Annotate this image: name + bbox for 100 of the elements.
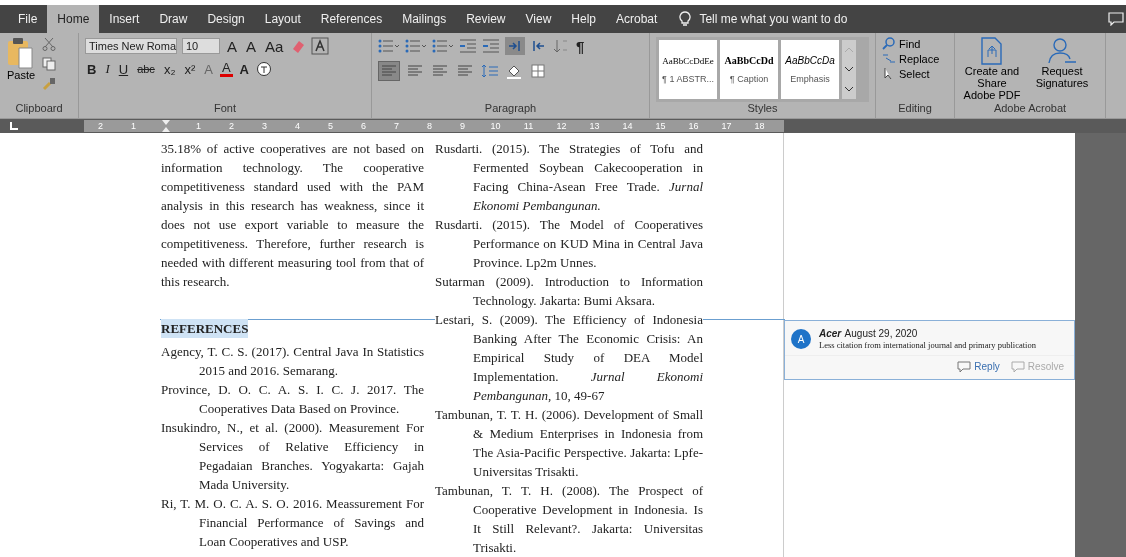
ruler-number: 12 [555, 121, 568, 131]
ribbon-tab[interactable]: Home [47, 5, 100, 33]
group-label: Paragraph [483, 102, 538, 116]
reference-entry: Tambunan, T. T. H. (2008). The Prospect of Cooperative Development in Indonesia. Is It Still Relevant?. Jakarta: Universitas Trisakti. [435, 482, 703, 557]
ruler-number: 5 [327, 121, 334, 131]
font-size-field[interactable]: 10 [182, 38, 220, 54]
comment-action[interactable]: Reply [956, 360, 1000, 373]
line-spacing-icon[interactable] [480, 63, 500, 79]
scissors-icon[interactable] [42, 37, 56, 51]
group-label: Clipboard [14, 102, 64, 116]
show-formatting-button[interactable]: ¶ [574, 37, 587, 55]
speech-bubble-icon [956, 360, 973, 373]
ruler-number: 14 [621, 121, 634, 131]
format-button[interactable]: x² [182, 61, 198, 77]
search-icon [882, 37, 896, 50]
font-name-field[interactable]: Times New Roma [85, 38, 177, 54]
format-button[interactable]: A [219, 61, 233, 77]
ribbon-tab[interactable]: References [310, 5, 393, 33]
ruler-number: 13 [588, 121, 601, 131]
format-button[interactable]: U [116, 61, 131, 77]
font-size-button[interactable]: Aa [263, 37, 286, 55]
reference-entry: Agency, T. C. S. (2017). Central Java In Statistics 2015 and 2016. Semarang. [161, 343, 424, 380]
lightbulb-icon [679, 11, 692, 27]
ruler-number: 8 [426, 121, 433, 131]
person-signature-icon [1047, 37, 1077, 65]
format-painter-icon[interactable] [42, 77, 56, 91]
ruler-number: 2 [97, 121, 104, 131]
section-heading: REFERENCES [161, 319, 249, 338]
ribbon-tab[interactable]: Insert [99, 5, 150, 33]
ribbon-tab[interactable]: Draw [149, 5, 198, 33]
ribbon-tab[interactable]: Design [197, 5, 255, 33]
ruler-number: 4 [294, 121, 301, 131]
indent-icon[interactable] [482, 38, 500, 54]
ruler-number: 10 [489, 121, 502, 131]
font-size-button[interactable]: A [244, 37, 259, 55]
style-preset[interactable]: AaBbCcDdEe ¶ 1 ABSTR... [659, 40, 717, 99]
ruler-number: 3 [261, 121, 268, 131]
sort-icon[interactable] [553, 38, 569, 54]
editing-button[interactable]: Find [882, 37, 948, 50]
format-button[interactable]: B [85, 61, 99, 77]
eraser-icon[interactable] [290, 38, 307, 54]
ruler-number: 17 [720, 121, 733, 131]
text-direction-icon[interactable] [505, 37, 525, 55]
ribbon-tab[interactable]: File [8, 5, 48, 33]
format-button[interactable]: A [237, 61, 251, 77]
reference-entry: Lestari, S. (2009). The Efficiency of Indonesia Banking After The Economic Crisis: An Empirical Study of DEA Model Implementation. Jurnal Ekonomi Pembangunan, 10, 49-67 [435, 311, 703, 405]
ruler-number: 6 [360, 121, 367, 131]
ribbon-tab[interactable]: Mailings [392, 5, 457, 33]
comment-author: Acer [819, 328, 842, 339]
ribbon-tab[interactable]: Review [456, 5, 516, 33]
indent-marker-icon[interactable] [161, 120, 171, 132]
paste-button[interactable]: Paste [6, 37, 36, 102]
ribbon-tab[interactable]: View [515, 5, 562, 33]
text-box-icon[interactable] [311, 37, 330, 55]
reference-entry: Sutarman (2009). Introduction to Information Technology. Jakarta: Bumi Aksara. [435, 273, 703, 310]
format-button[interactable]: abc [135, 63, 157, 75]
ribbon-tab[interactable]: Layout [254, 5, 311, 33]
reference-entry: Insukindro, N., et al. (2000). Measurement For Services of Relative Efficiency in Pegadaian Branches. Yogyakarta: Gajah Mada University. [161, 419, 424, 494]
borders-icon[interactable] [530, 63, 548, 79]
ruler-number: 9 [459, 121, 466, 131]
comments-icon[interactable] [1108, 12, 1124, 26]
circled-character-icon[interactable] [256, 61, 272, 77]
reference-entry: Rusdarti. (2015). The Strategies of Tofu and Fermented Soybean Cakecooperation in Facing China-Asean Free Trade. Jurnal Ekonomi Pembangunan. [435, 140, 703, 215]
format-button[interactable]: x₂ [161, 61, 178, 77]
group-label: Editing [897, 102, 933, 116]
tab-selector-icon[interactable] [10, 122, 18, 130]
reference-entry: Province, D. O. C. A. S. I. C. J. 2017. The Cooperatives Data Based on Province. [161, 381, 424, 418]
editing-button[interactable]: Replace [882, 52, 948, 65]
ruler-number: 1 [130, 121, 137, 131]
ruler-number: 16 [687, 121, 700, 131]
ruler-number: 2 [228, 121, 235, 131]
list-icon[interactable] [405, 38, 427, 54]
acrobat-button[interactable]: Create and Share Adobe PDF [961, 37, 1023, 102]
acrobat-button[interactable]: Request Signatures [1031, 37, 1093, 102]
clipboard-icon [6, 37, 36, 69]
list-icon[interactable] [432, 38, 454, 54]
style-preset[interactable]: AaBbCcDa Emphasis [781, 40, 839, 99]
list-icon[interactable] [378, 38, 400, 54]
scroll-up-icon[interactable] [844, 46, 854, 53]
editing-button[interactable]: Select [882, 67, 948, 80]
tell-me-search[interactable]: Tell me what you want to do [679, 5, 848, 33]
comment-date: August 29, 2020 [844, 328, 918, 339]
group-label: Font [213, 102, 237, 116]
ruler-number: 15 [654, 121, 667, 131]
ribbon-tab[interactable]: Help [561, 5, 606, 33]
expand-icon[interactable] [844, 86, 854, 93]
ruler-number: 7 [393, 121, 400, 131]
group-label: Styles [746, 102, 779, 116]
ruler-number: 11 [522, 121, 535, 131]
scroll-down-icon[interactable] [844, 66, 854, 73]
ribbon-tab[interactable]: Acrobat [606, 5, 668, 33]
ruler-number: 18 [753, 121, 766, 131]
format-button[interactable]: I [103, 61, 112, 77]
body-paragraph: 35.18% of active cooperatives are not based on information technology. The cooperative competitiveness standard used with the PAM analysis in this research has weakness, since it does not use export variable to measure the competitiveness. Therefore, further research is needed with different measuring tool from that of this research. [161, 140, 424, 291]
copy-icon[interactable] [42, 57, 56, 71]
align-icon[interactable] [378, 61, 400, 81]
reference-entry: Tambunan, T. T. H. (2006). Development of Small & Medium Enterprises in Indonesia from The Asia-Pacific Perspective. Jakarta: Lpfe- Universitas Trisakti. [435, 406, 703, 481]
indent-icon[interactable] [459, 38, 477, 54]
font-size-button[interactable]: A [225, 37, 239, 55]
style-preset[interactable]: AaBbCcDd ¶ Caption [720, 40, 778, 99]
